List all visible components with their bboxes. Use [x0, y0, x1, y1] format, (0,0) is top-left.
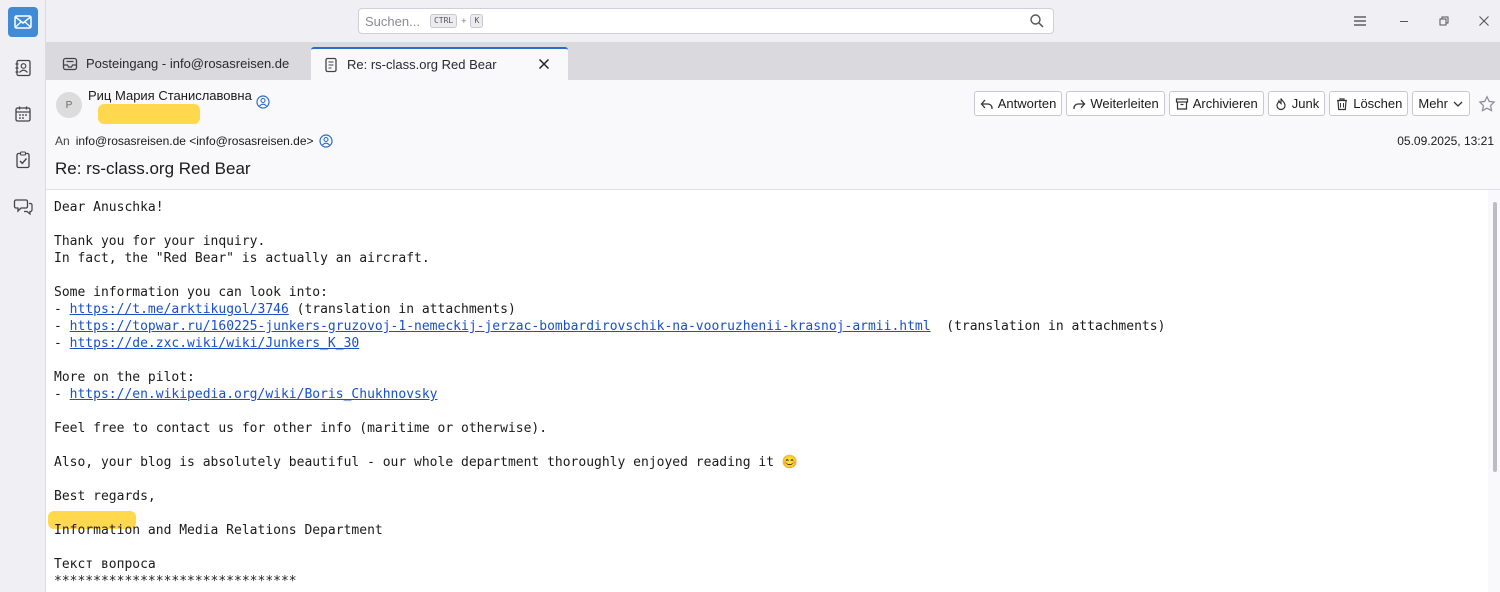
spaces-toolbar — [0, 0, 46, 592]
delete-label: Löschen — [1353, 96, 1403, 111]
reply-button[interactable]: Antworten — [973, 91, 1063, 116]
tab-message-label: Re: rs-class.org Red Bear — [347, 57, 497, 72]
archive-label: Archivieren — [1192, 96, 1258, 111]
app-menu-icon[interactable] — [1350, 11, 1370, 31]
tasks-icon[interactable] — [8, 145, 38, 175]
chat-icon[interactable] — [8, 191, 38, 221]
reply-label: Antworten — [997, 96, 1057, 111]
blog-line: Also, your blog is absolutely beautiful … — [54, 455, 775, 470]
regards: Best regards, — [54, 489, 156, 504]
title-bar: Suchen... CTRL + K — [46, 0, 1500, 42]
junk-label: Junk — [1291, 96, 1320, 111]
search-placeholder: Suchen... — [365, 13, 420, 29]
to-label: An — [55, 134, 70, 148]
info-intro: Some information you can look into: — [54, 285, 328, 300]
trash-icon — [1337, 97, 1348, 110]
delete-button[interactable]: Löschen — [1329, 91, 1409, 116]
address-book-icon[interactable] — [8, 53, 38, 83]
shortcut-key-k: K — [470, 14, 484, 28]
tab-inbox[interactable]: Posteingang - info@rosasreisen.de — [50, 47, 308, 80]
pilot-intro: More on the pilot: — [54, 370, 195, 385]
recipient-contact-icon[interactable] — [318, 134, 333, 148]
tab-inbox-label: Posteingang - info@rosasreisen.de — [86, 56, 290, 71]
contact-icon[interactable] — [256, 95, 270, 109]
shortcut-key-ctrl: CTRL — [429, 14, 458, 28]
link-2-note: (translation in attachments) — [930, 319, 1166, 334]
mail-icon[interactable] — [8, 7, 38, 37]
separator-stars: ******************************* — [54, 574, 297, 589]
link-wikipedia[interactable]: https://en.wikipedia.org/wiki/Boris_Chuk… — [70, 387, 438, 402]
redaction-highlight — [98, 104, 200, 124]
body-line-2: In fact, the "Red Bear" is actually an a… — [54, 251, 430, 266]
forward-label: Weiterleiten — [1090, 96, 1159, 111]
link-topwar[interactable]: https://topwar.ru/160225-junkers-gruzovo… — [70, 319, 931, 334]
reply-icon — [980, 99, 993, 109]
inbox-icon — [62, 57, 78, 70]
close-window-icon[interactable] — [1474, 11, 1494, 31]
department: Information and Media Relations Departme… — [54, 523, 383, 538]
sender-name[interactable]: Риц Мария Станиславовна — [88, 88, 252, 103]
scrollbar[interactable] — [1488, 190, 1500, 592]
question-label: Текст вопроса — [54, 557, 156, 572]
message-icon — [325, 57, 337, 72]
forward-icon — [1073, 99, 1086, 109]
recipient-address[interactable]: info@rosasreisen.de <info@rosasreisen.de… — [76, 134, 314, 148]
contact-line: Feel free to contact us for other info (… — [54, 421, 548, 436]
more-label: Mehr — [1418, 96, 1448, 111]
restore-icon[interactable] — [1434, 11, 1454, 31]
message-actions: Antworten Weiterleiten Archivieren Junk … — [973, 91, 1470, 116]
search-icon[interactable] — [1029, 13, 1045, 29]
archive-button[interactable]: Archivieren — [1168, 91, 1264, 116]
avatar: P — [56, 92, 82, 118]
more-button[interactable]: Mehr — [1412, 91, 1470, 116]
forward-button[interactable]: Weiterleiten — [1066, 91, 1165, 116]
chevron-down-icon — [1453, 101, 1463, 107]
link-telegram[interactable]: https://t.me/arktikugol/3746 — [70, 302, 289, 317]
shortcut-plus: + — [461, 16, 467, 26]
recipient-row: An info@rosasreisen.de <info@rosasreisen… — [55, 134, 333, 148]
message-body: Dear Anuschka! Thank you for your inquir… — [46, 190, 1500, 592]
calendar-icon[interactable] — [8, 99, 38, 129]
body-line-1: Thank you for your inquiry. — [54, 234, 266, 249]
junk-flame-icon — [1276, 97, 1286, 110]
search-input[interactable]: Suchen... CTRL + K — [358, 8, 1054, 34]
greeting: Dear Anuschka! — [54, 200, 164, 215]
link-zxc-wiki[interactable]: https://de.zxc.wiki/wiki/Junkers_K_30 — [70, 336, 360, 351]
tab-message[interactable]: Re: rs-class.org Red Bear — [311, 47, 568, 80]
message-header: P Риц Мария Станиславовна Antworten Weit… — [46, 80, 1500, 190]
star-icon[interactable] — [1478, 95, 1496, 113]
minimize-icon[interactable] — [1394, 11, 1414, 31]
scrollbar-thumb[interactable] — [1493, 202, 1497, 472]
message-subject: Re: rs-class.org Red Bear — [55, 159, 251, 178]
junk-button[interactable]: Junk — [1267, 91, 1326, 116]
tab-strip: Posteingang - info@rosasreisen.de Re: rs… — [46, 42, 1500, 80]
close-tab-icon[interactable] — [536, 56, 552, 72]
message-date: 05.09.2025, 13:21 — [1397, 134, 1494, 148]
archive-icon — [1175, 97, 1188, 110]
smile-emoji: 😊 — [781, 455, 799, 470]
link-1-note: (translation in attachments) — [288, 302, 516, 317]
message-text: Dear Anuschka! Thank you for your inquir… — [54, 200, 1166, 589]
